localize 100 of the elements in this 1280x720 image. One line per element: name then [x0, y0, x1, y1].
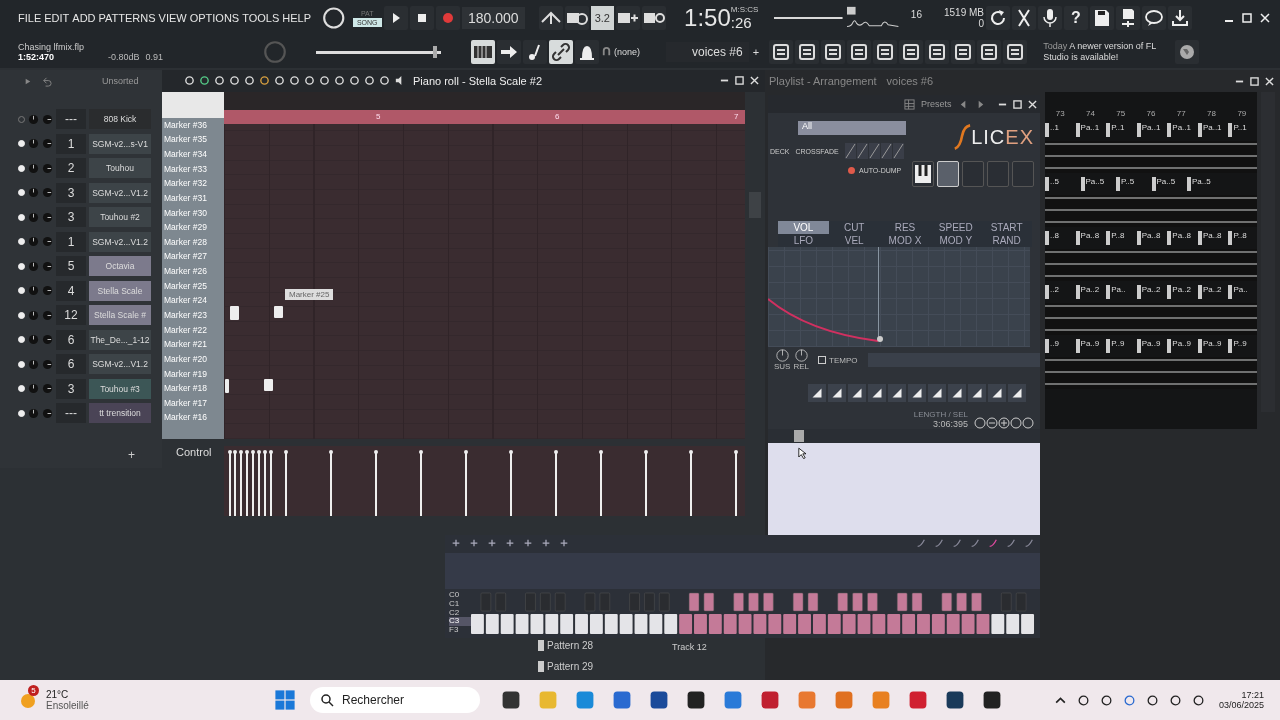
marker-label[interactable]: Marker #27 [162, 249, 224, 265]
crossfade-curves[interactable] [844, 143, 905, 159]
pattern-clip[interactable]: P..8 [1228, 231, 1258, 245]
mixer-track-number[interactable]: 12 [56, 305, 86, 326]
marker-label[interactable]: Marker #35 [162, 132, 224, 147]
piano-roll-icon[interactable] [471, 39, 495, 64]
presets-button[interactable]: Presets [921, 99, 952, 109]
pan-knob[interactable] [28, 309, 39, 321]
pan-knob[interactable] [28, 211, 39, 223]
pattern-clip[interactable]: P..9 [1228, 339, 1258, 353]
pan-knob[interactable] [28, 113, 39, 125]
channel-button[interactable]: SGM-v2...V1.2 [89, 354, 151, 375]
keyboard-drawing[interactable] [471, 591, 1036, 635]
record-icon[interactable] [435, 5, 460, 30]
volume-knob[interactable] [42, 285, 53, 297]
menu-item[interactable]: VIEW [158, 11, 187, 24]
note-label[interactable]: Marker #25 [285, 288, 334, 300]
note[interactable] [264, 378, 273, 391]
news-text[interactable]: Today A newer version of FL Studio is available! [1043, 40, 1174, 63]
maximize-icon[interactable] [1012, 99, 1022, 109]
peak-icon[interactable] [538, 5, 563, 30]
bell-icon[interactable] [575, 39, 599, 64]
knob-icon[interactable] [794, 349, 808, 362]
volume-knob[interactable] [42, 211, 53, 223]
pattern-clip[interactable]: Pa..2 [1075, 285, 1105, 299]
pattern-clip[interactable]: P..1 [1228, 123, 1258, 137]
octave-label[interactable]: C2 [449, 608, 471, 618]
menu-item[interactable]: FILE [18, 11, 42, 24]
volume-knob[interactable] [42, 187, 53, 199]
marker-label[interactable]: Marker #23 [162, 308, 224, 323]
menu-item[interactable]: EDIT [44, 11, 70, 24]
marker-label[interactable]: Marker #21 [162, 337, 224, 352]
pattern-clip[interactable]: Pa..5 [1080, 177, 1114, 191]
pan-knob[interactable] [28, 383, 39, 395]
marker-label[interactable]: Marker #20 [162, 351, 224, 367]
mixer-track-number[interactable]: 3 [56, 182, 86, 203]
mixer-track-number[interactable]: 6 [56, 354, 86, 375]
auto-dump-led[interactable] [848, 167, 855, 174]
pattern-clip[interactable]: Pa..9 [1197, 339, 1227, 353]
pan-knob[interactable] [28, 334, 39, 346]
temperature[interactable]: 21°C [46, 689, 89, 700]
marker-label[interactable]: Marker #18 [162, 381, 224, 396]
tempo-checkbox[interactable] [818, 356, 826, 364]
keyboard-loop-icon[interactable] [642, 5, 667, 30]
pattern-clip[interactable]: Pa..8 [1197, 231, 1227, 245]
pattern-selector[interactable]: voices #6 [666, 41, 749, 62]
pattern-clip[interactable]: Pa..1 [1167, 123, 1196, 137]
pan-knob[interactable] [28, 138, 39, 150]
mixer-track-number[interactable]: 1 [56, 133, 86, 154]
channel-button[interactable]: SGM-v2...V1.2 [89, 182, 151, 203]
close-icon[interactable] [1027, 99, 1037, 109]
download-icon[interactable] [1168, 5, 1192, 30]
velocity-bars[interactable] [224, 446, 745, 517]
pattern-clip[interactable]: Pa..1 [1136, 123, 1166, 137]
pattern-clip[interactable]: Pa..9 [1167, 339, 1196, 353]
add-pattern-button[interactable]: + [752, 45, 760, 58]
add-channel-button[interactable]: + [128, 448, 135, 462]
marker-label[interactable]: Marker #25 [162, 278, 224, 294]
marker-label[interactable]: Marker #31 [162, 190, 224, 206]
envelope-tab[interactable]: MOD X [879, 234, 931, 247]
menu-item[interactable]: PATTERNS [98, 11, 156, 24]
pattern-clip[interactable]: Pa..5 [1151, 177, 1185, 191]
channel-button[interactable]: Touhou [89, 158, 151, 179]
snap-selector[interactable]: (none) [614, 46, 664, 57]
pattern-clip[interactable]: Pa..9 [1075, 339, 1105, 353]
weather-text[interactable]: Ensoleillé [46, 700, 89, 711]
search-field[interactable]: Rechercher [310, 687, 480, 713]
help-button[interactable]: ? [1064, 5, 1088, 30]
volume-knob[interactable] [42, 113, 53, 125]
pattern-clip[interactable]: Pa..8 [1075, 231, 1105, 245]
pan-knob[interactable] [28, 236, 39, 248]
pattern-clip[interactable]: ..8 [1045, 231, 1074, 245]
pan-knob[interactable] [28, 187, 39, 199]
chat-icon[interactable] [1142, 5, 1166, 30]
clock-time[interactable]: 17:21 [1241, 690, 1264, 700]
knob-icon[interactable] [775, 349, 789, 362]
marker-label[interactable]: Marker #36 [162, 117, 224, 133]
menu-item[interactable]: TOOLS [242, 11, 280, 24]
maximize-icon[interactable] [1250, 76, 1259, 86]
mixer-track-number[interactable]: --- [56, 109, 86, 130]
pattern-item[interactable]: Pattern 29 [538, 661, 594, 672]
marker-label[interactable]: Marker #16 [162, 410, 224, 426]
marker-label[interactable]: Marker #28 [162, 234, 224, 250]
mixer-track-number[interactable]: 3 [56, 378, 86, 399]
marker-label[interactable]: Marker #24 [162, 293, 224, 308]
pattern-clip[interactable]: P..8 [1106, 231, 1135, 245]
close-icon[interactable] [1265, 76, 1274, 86]
knob-icon[interactable] [321, 4, 347, 31]
menu-item[interactable]: ADD [72, 11, 96, 24]
octave-label[interactable]: C3 [449, 617, 471, 627]
pan-knob[interactable] [28, 407, 39, 419]
zoom-controls[interactable] [974, 417, 1034, 429]
volume-knob[interactable] [42, 383, 53, 395]
pattern-clip[interactable]: Pa..1 [1075, 123, 1105, 137]
mixer-track-number[interactable]: 2 [56, 158, 86, 179]
pattern-clip[interactable]: ..9 [1045, 339, 1074, 353]
marker-label[interactable]: Marker #30 [162, 205, 224, 221]
envelope-tab[interactable]: RAND [981, 234, 1032, 247]
note[interactable] [225, 378, 229, 393]
channel-button[interactable]: SGM-v2...s-V1 [89, 133, 151, 154]
